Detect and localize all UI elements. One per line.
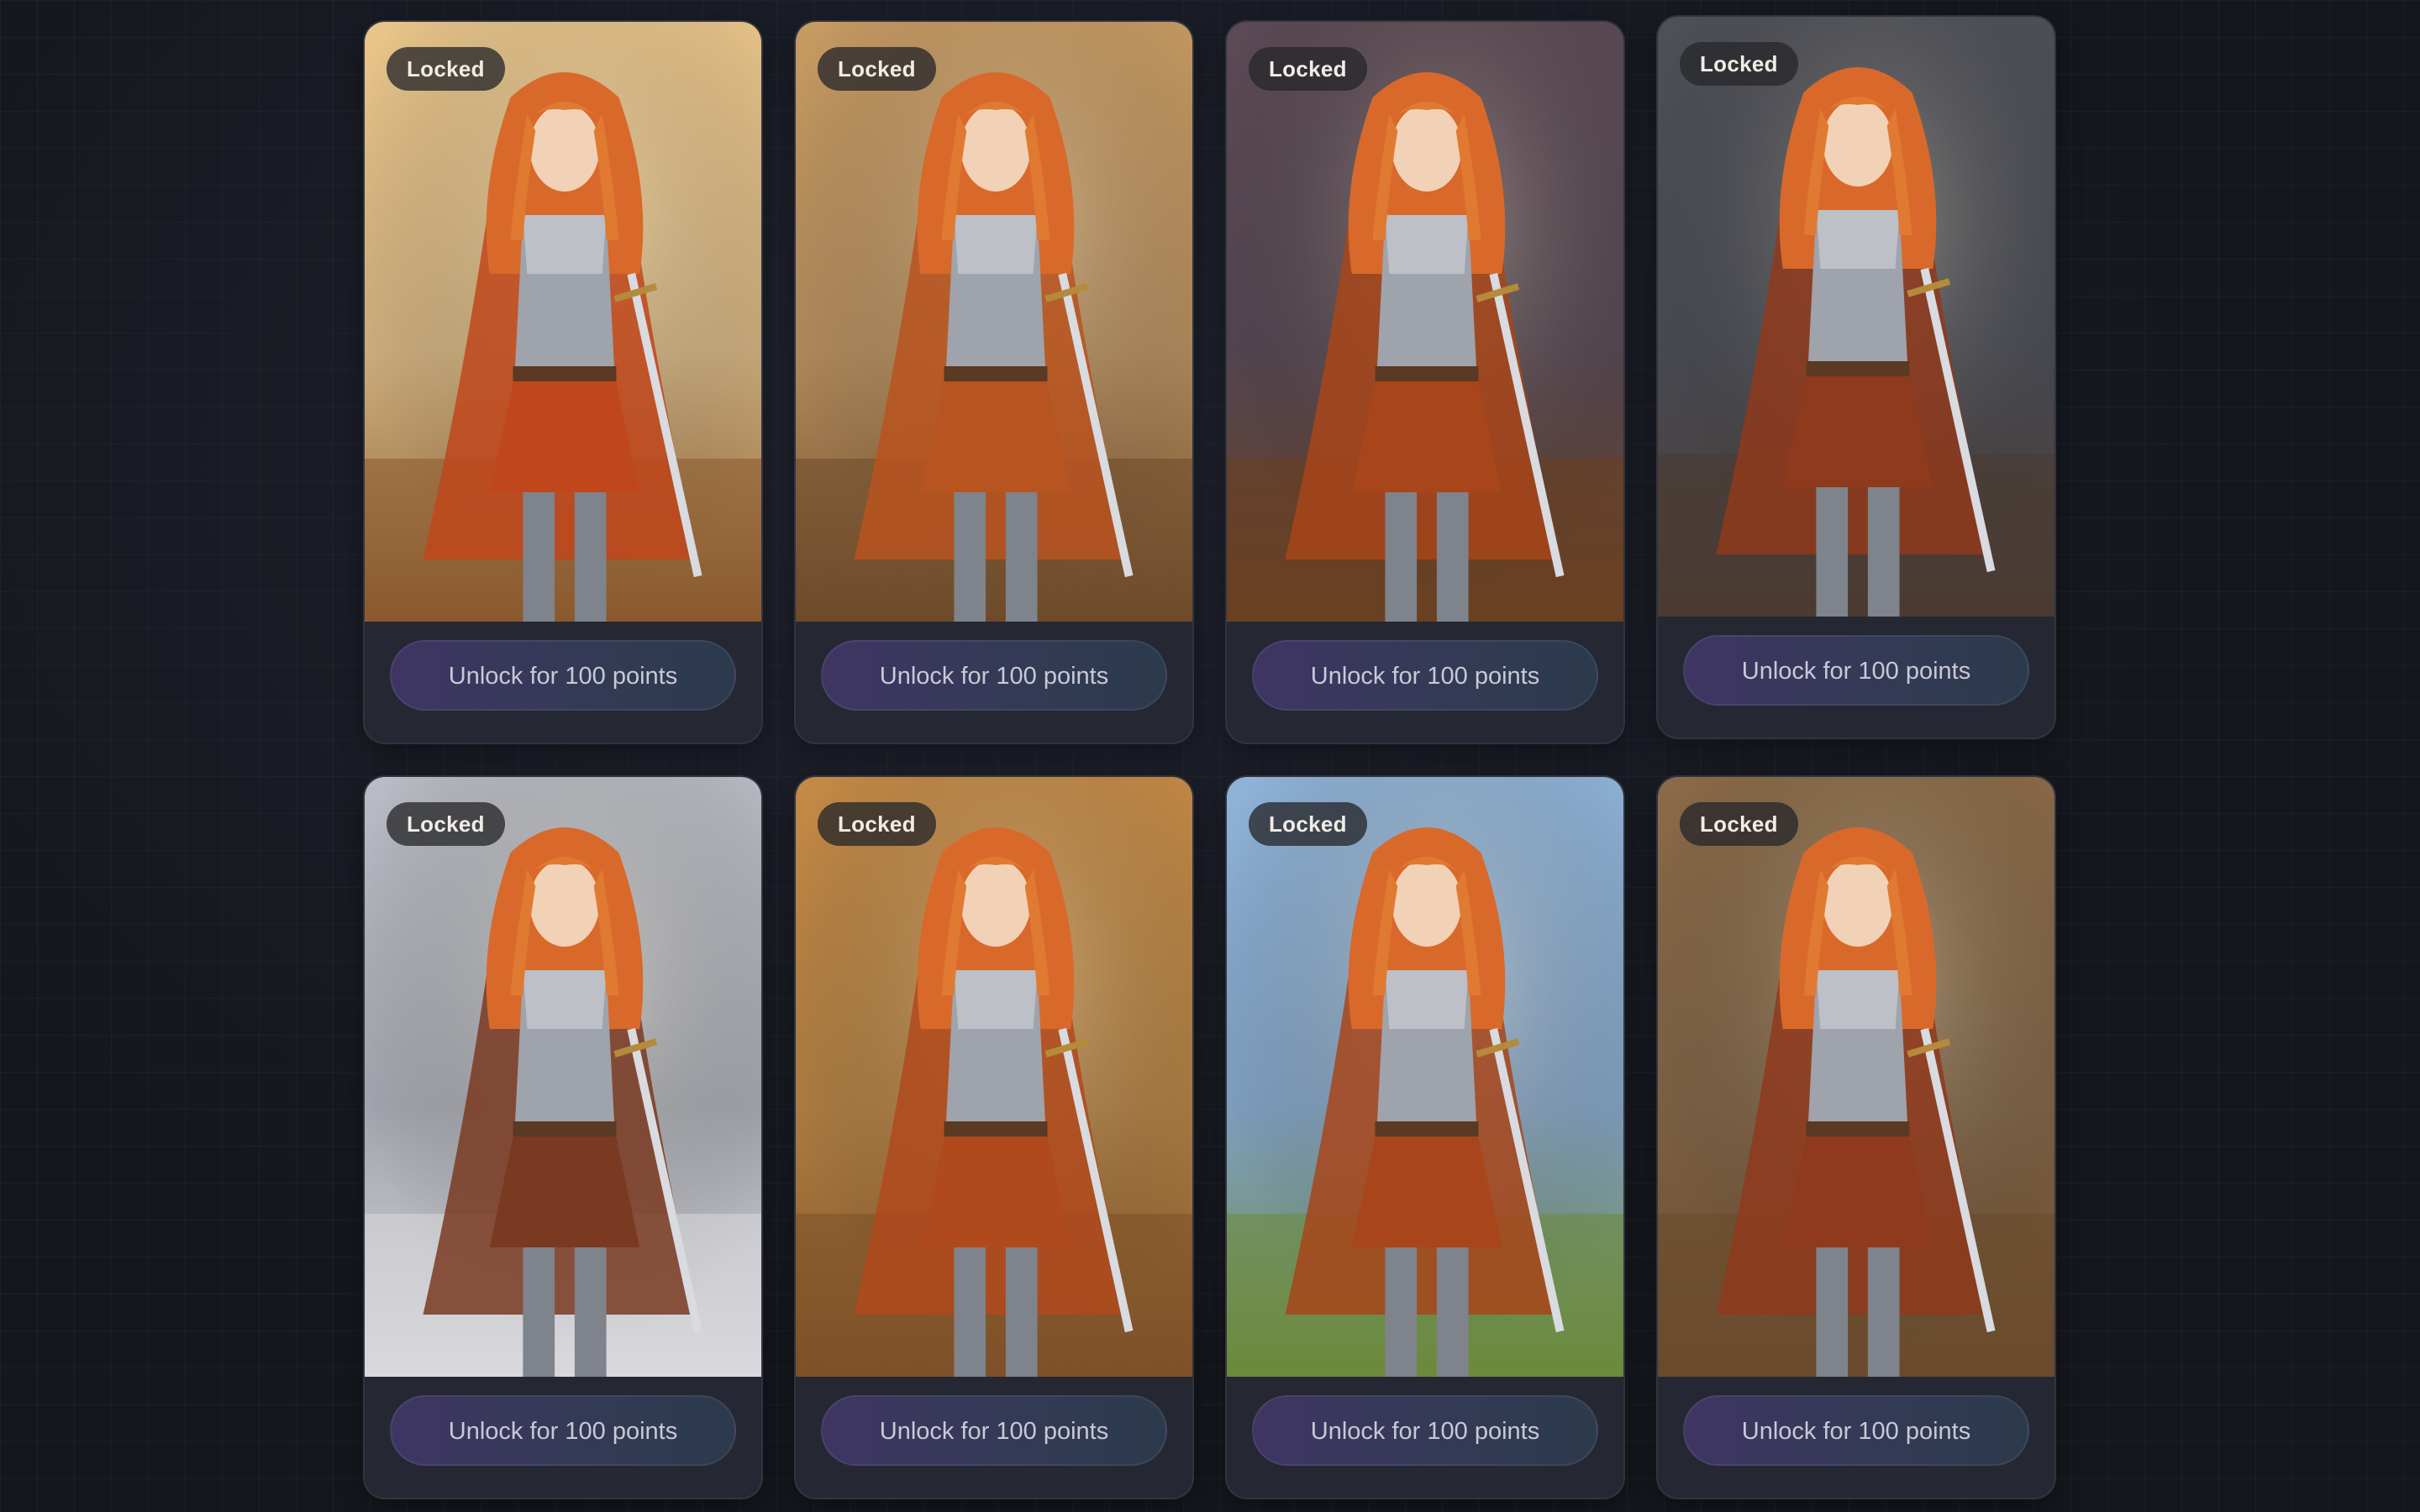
artwork-image: [1658, 17, 2054, 617]
artwork-image: [1227, 777, 1623, 1377]
unlock-button[interactable]: Unlock for 100 points: [821, 640, 1167, 711]
unlock-button[interactable]: Unlock for 100 points: [821, 1395, 1167, 1466]
character-illustration: [1227, 22, 1623, 622]
unlock-button[interactable]: Unlock for 100 points: [1252, 1395, 1598, 1466]
locked-badge: Locked: [387, 802, 505, 846]
artwork-card: Locked Unlock for 100 points: [363, 775, 763, 1499]
character-illustration: [796, 22, 1192, 622]
artwork-card: Locked Unlock for 100 points: [1656, 15, 2056, 739]
character-illustration: [365, 22, 761, 622]
artwork-card: Locked Unlock for 100 points: [1656, 775, 2056, 1499]
character-illustration: [1658, 17, 2054, 617]
locked-badge: Locked: [818, 47, 936, 91]
artwork-card: Locked Unlock for 100 points: [794, 775, 1194, 1499]
artwork-image: [796, 777, 1192, 1377]
character-illustration: [1658, 777, 2054, 1377]
locked-badge: Locked: [1680, 802, 1798, 846]
locked-badge: Locked: [1249, 802, 1367, 846]
locked-badge: Locked: [818, 802, 936, 846]
artwork-gallery: Locked Unlock for 100 points Locked Unlo…: [363, 15, 2057, 1499]
unlock-button[interactable]: Unlock for 100 points: [1683, 1395, 2029, 1466]
locked-badge: Locked: [387, 47, 505, 91]
character-illustration: [365, 777, 761, 1377]
artwork-image: [365, 777, 761, 1377]
artwork-card: Locked Unlock for 100 points: [794, 20, 1194, 744]
artwork-image: [365, 22, 761, 622]
artwork-card: Locked Unlock for 100 points: [363, 20, 763, 744]
artwork-card: Locked Unlock for 100 points: [1225, 20, 1625, 744]
artwork-image: [1658, 777, 2054, 1377]
artwork-image: [1227, 22, 1623, 622]
artwork-card: Locked Unlock for 100 points: [1225, 775, 1625, 1499]
unlock-button[interactable]: Unlock for 100 points: [1252, 640, 1598, 711]
unlock-button[interactable]: Unlock for 100 points: [390, 640, 736, 711]
unlock-button[interactable]: Unlock for 100 points: [1683, 635, 2029, 706]
character-illustration: [796, 777, 1192, 1377]
locked-badge: Locked: [1680, 42, 1798, 86]
locked-badge: Locked: [1249, 47, 1367, 91]
artwork-image: [796, 22, 1192, 622]
character-illustration: [1227, 777, 1623, 1377]
unlock-button[interactable]: Unlock for 100 points: [390, 1395, 736, 1466]
